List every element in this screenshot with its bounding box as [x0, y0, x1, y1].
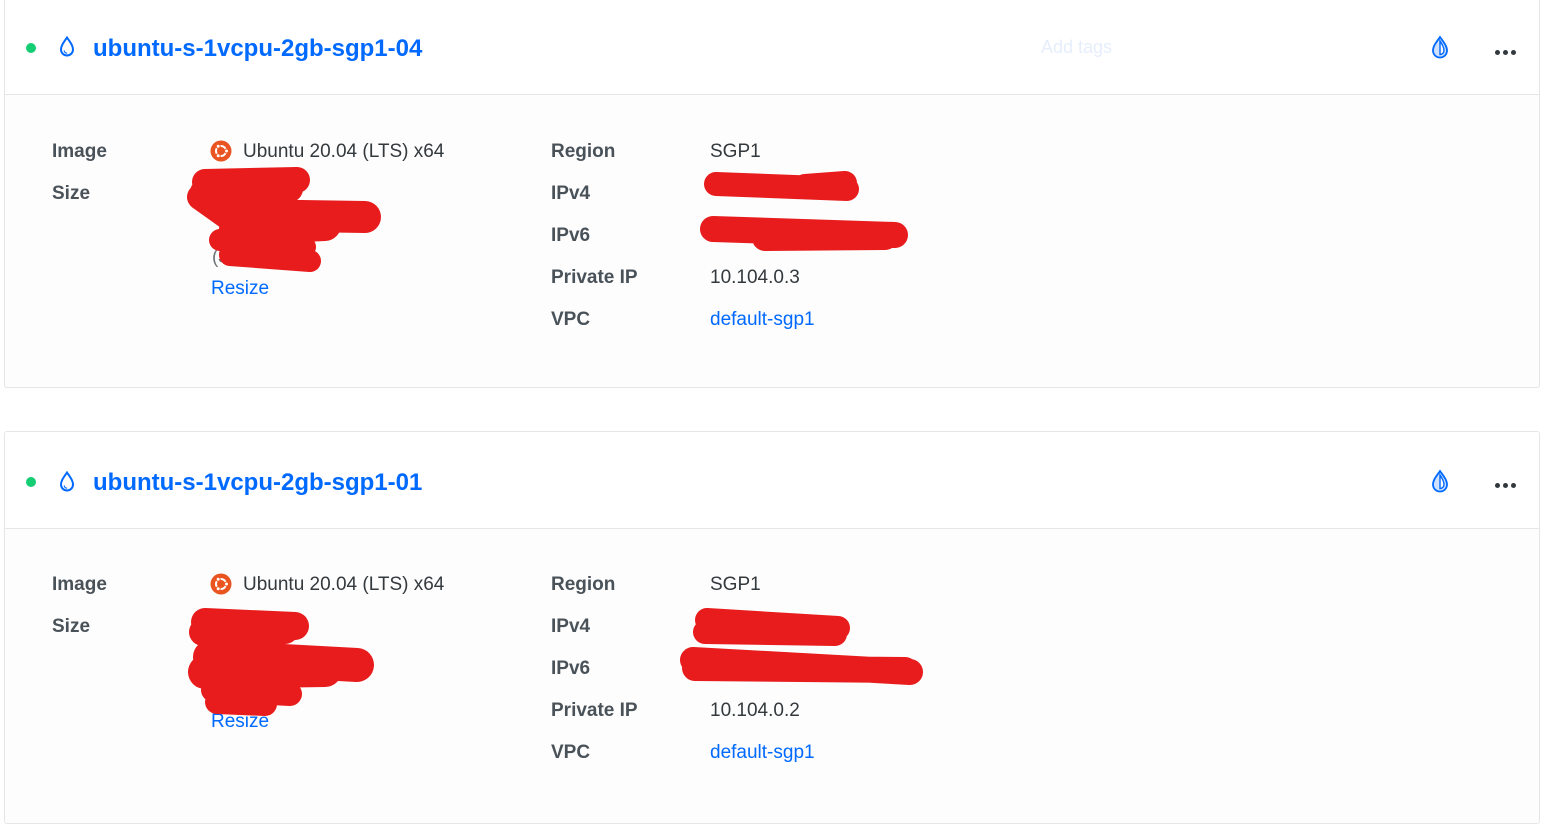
- ipv4-label: IPv4: [551, 183, 591, 204]
- ipv4-label: IPv4: [551, 616, 591, 637]
- image-label: Image: [52, 574, 107, 595]
- private-ip-value: 10.104.0.3: [710, 267, 800, 288]
- size-label: Size: [52, 616, 91, 637]
- droplet-icon: [59, 36, 75, 57]
- status-dot-icon: [26, 477, 36, 487]
- more-options-icon[interactable]: [1495, 475, 1519, 488]
- size-price-partial: ($: [212, 247, 229, 268]
- region-label: Region: [551, 141, 616, 162]
- monitoring-icon[interactable]: [1427, 35, 1453, 61]
- droplet-card-header: ubuntu-s-1vcpu-2gb-sgp1-04 Add tags: [5, 0, 1539, 95]
- size-label: Size: [52, 183, 91, 204]
- ubuntu-logo-icon: [210, 573, 232, 595]
- status-dot-icon: [26, 43, 36, 53]
- region-label: Region: [551, 574, 616, 595]
- add-tags-input[interactable]: Add tags: [1041, 37, 1112, 58]
- region-value: SGP1: [710, 141, 761, 162]
- droplet-name-link[interactable]: ubuntu-s-1vcpu-2gb-sgp1-01: [93, 469, 422, 497]
- private-ip-label: Private IP: [551, 267, 638, 288]
- image-label: Image: [52, 141, 107, 162]
- image-value: Ubuntu 20.04 (LTS) x64: [243, 141, 445, 162]
- droplet-card: ubuntu-s-1vcpu-2gb-sgp1-04 Add tags Imag…: [4, 0, 1540, 388]
- droplet-card-header: ubuntu-s-1vcpu-2gb-sgp1-01: [5, 432, 1539, 529]
- ipv6-label: IPv6: [551, 658, 591, 679]
- vpc-label: VPC: [551, 309, 591, 330]
- ipv6-label: IPv6: [551, 225, 591, 246]
- vpc-link[interactable]: default-sgp1: [710, 309, 815, 331]
- vpc-label: VPC: [551, 742, 591, 763]
- more-options-icon[interactable]: [1495, 42, 1519, 55]
- droplet-card: ubuntu-s-1vcpu-2gb-sgp1-01 Image Ubuntu …: [4, 431, 1540, 824]
- resize-link[interactable]: Resize: [211, 711, 269, 733]
- region-value: SGP1: [710, 574, 761, 595]
- droplet-icon: [59, 471, 75, 492]
- vpc-link[interactable]: default-sgp1: [710, 742, 815, 764]
- resize-link[interactable]: Resize: [211, 278, 269, 300]
- ubuntu-logo-icon: [210, 140, 232, 162]
- image-value: Ubuntu 20.04 (LTS) x64: [243, 574, 445, 595]
- droplet-name-link[interactable]: ubuntu-s-1vcpu-2gb-sgp1-04: [93, 35, 422, 63]
- private-ip-value: 10.104.0.2: [710, 700, 800, 721]
- monitoring-icon[interactable]: [1427, 469, 1453, 495]
- private-ip-label: Private IP: [551, 700, 638, 721]
